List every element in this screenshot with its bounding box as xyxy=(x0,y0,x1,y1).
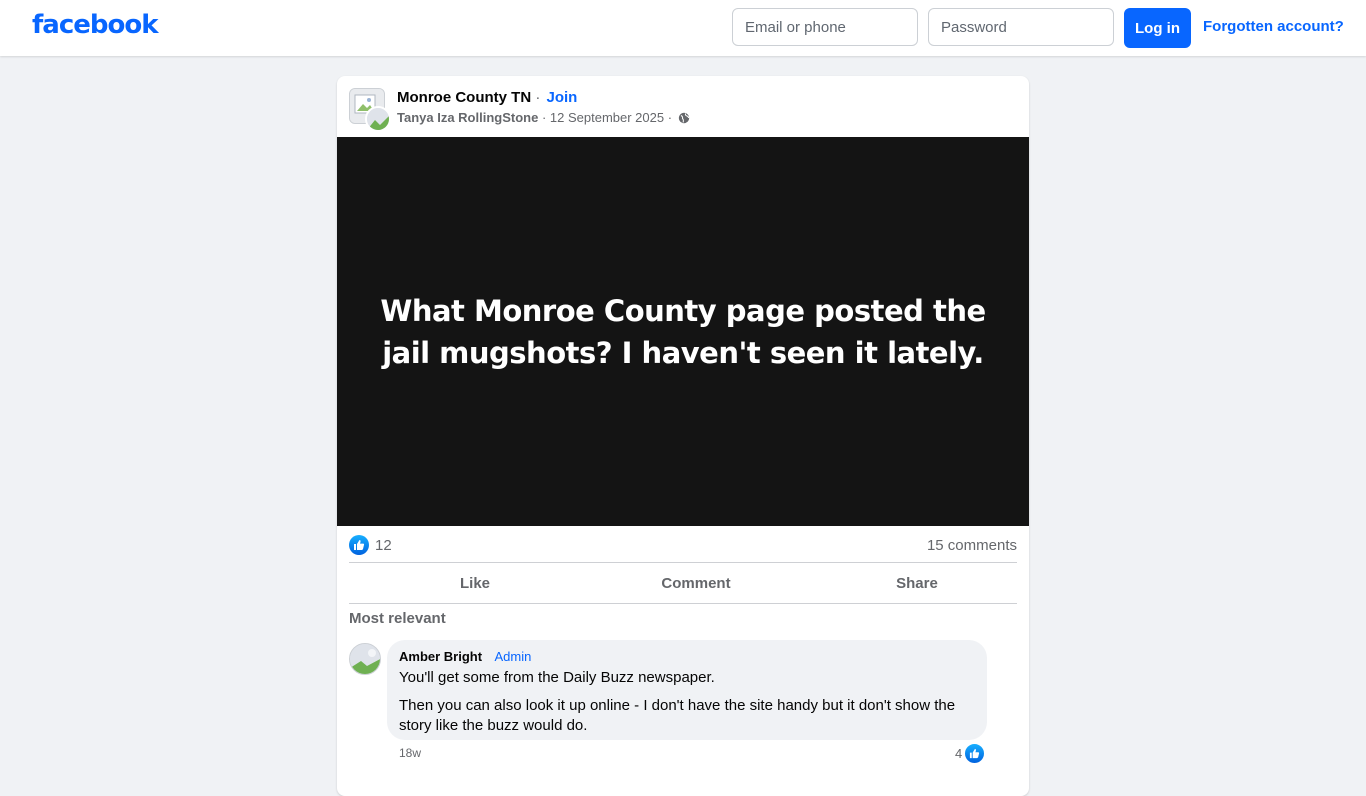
email-field[interactable] xyxy=(732,8,918,46)
comment-sort-selector[interactable]: Most relevant xyxy=(349,610,446,627)
divider xyxy=(349,562,1017,563)
date-separator: · xyxy=(664,110,676,125)
like-button[interactable]: Like xyxy=(364,566,586,600)
reaction-summary[interactable]: 12 xyxy=(349,535,392,555)
divider xyxy=(349,603,1017,604)
comment-button[interactable]: Comment xyxy=(585,566,807,600)
comment-text: Then you can also look it up online - I … xyxy=(399,697,956,734)
commenter-name-link[interactable]: Amber Bright xyxy=(399,649,482,664)
like-icon xyxy=(349,535,369,555)
avatar[interactable] xyxy=(349,643,381,675)
top-bar: facebook Log in Forgotten account? xyxy=(0,0,1366,56)
meta-separator: · xyxy=(538,110,550,125)
title-separator: · xyxy=(531,89,545,106)
password-field[interactable] xyxy=(928,8,1114,46)
comment-text: You'll get some from the Daily Buzz news… xyxy=(399,669,715,686)
post-background: What Monroe County page posted the jail … xyxy=(337,137,1029,526)
forgotten-account-link[interactable]: Forgotten account? xyxy=(1203,18,1344,35)
reaction-count: 12 xyxy=(375,536,392,554)
comment-bubble: Amber Bright Admin You'll get some from … xyxy=(387,640,987,740)
post-header-title: Monroe County TN · Join xyxy=(397,89,577,106)
comment-reaction-count: 4 xyxy=(955,746,963,761)
post-text: What Monroe County page posted the jail … xyxy=(380,293,986,370)
share-button[interactable]: Share xyxy=(806,566,1028,600)
login-button[interactable]: Log in xyxy=(1124,8,1191,48)
group-name-link[interactable]: Monroe County TN xyxy=(397,89,531,106)
facebook-logo[interactable]: facebook xyxy=(32,10,159,40)
post-meta: Tanya Iza RollingStone · 12 September 20… xyxy=(397,110,690,127)
like-icon xyxy=(964,743,986,764)
author-avatar[interactable] xyxy=(365,106,391,132)
join-group-link[interactable]: Join xyxy=(547,89,578,106)
comment-count-link[interactable]: 15 comments xyxy=(927,537,1017,554)
comment-timestamp[interactable]: 18w xyxy=(399,746,421,760)
globe-icon xyxy=(678,112,690,127)
admin-badge: Admin xyxy=(494,649,532,664)
post-card: Monroe County TN · Join Tanya Iza Rollin… xyxy=(337,76,1029,796)
post-date-link[interactable]: 12 September 2025 xyxy=(550,110,664,125)
author-name-link[interactable]: Tanya Iza RollingStone xyxy=(397,110,538,125)
comment-reactions[interactable]: 4 xyxy=(955,743,986,764)
